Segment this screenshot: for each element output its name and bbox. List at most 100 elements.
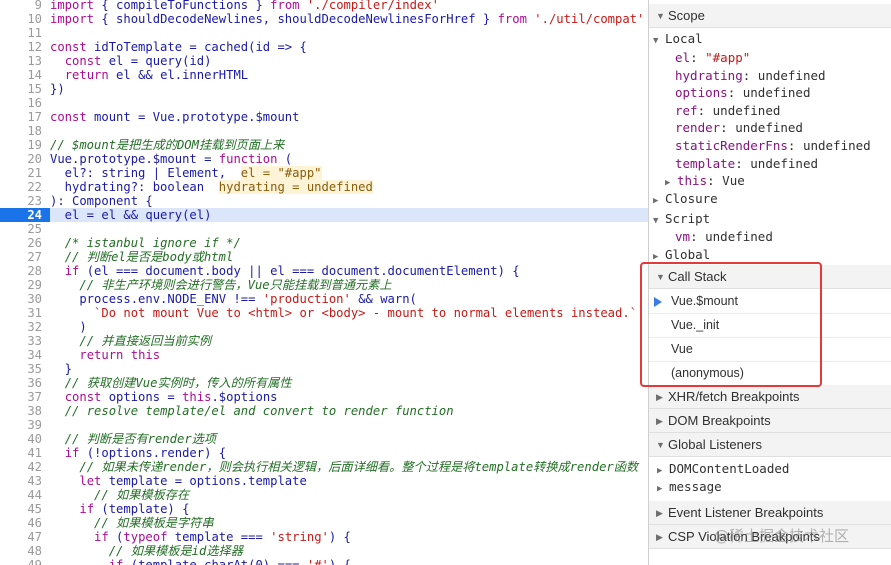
code-line[interactable]: 17 const mount = Vue.prototype.$mount (0, 110, 648, 124)
code-line[interactable]: 35 } (0, 362, 648, 376)
line-number[interactable]: 18 (0, 124, 50, 138)
xhr-breakpoints-section-header[interactable]: ▶ XHR/fetch Breakpoints (649, 385, 891, 409)
line-number[interactable]: 31 (0, 306, 50, 320)
current-execution-line[interactable]: 24 el = el && query(el) (0, 208, 648, 222)
line-number[interactable]: 26 (0, 236, 50, 250)
line-number[interactable]: 29 (0, 278, 50, 292)
script-scope-toggle[interactable]: ▼ Script (649, 210, 891, 228)
code-line[interactable]: 20 Vue.prototype.$mount = function ( (0, 152, 648, 166)
line-number[interactable]: 13 (0, 54, 50, 68)
line-number[interactable]: 19 (0, 138, 50, 152)
line-number[interactable]: 48 (0, 544, 50, 558)
dom-breakpoints-section-header[interactable]: ▶ DOM Breakpoints (649, 409, 891, 433)
scope-variable[interactable]: hydrating: undefined (649, 67, 891, 85)
code-line[interactable]: 41 if (!options.render) { (0, 446, 648, 460)
code-line[interactable]: 10 import { shouldDecodeNewlines, shouldD… (0, 12, 648, 26)
code-line[interactable]: 39 (0, 418, 648, 432)
code-line[interactable]: 40 // 判断是否有render选项 (0, 432, 648, 446)
line-number[interactable]: 27 (0, 250, 50, 264)
code-line[interactable]: 9 import { compileToFunctions } from './c… (0, 0, 648, 12)
event-listener-breakpoints-section-header[interactable]: ▶ Event Listener Breakpoints (649, 501, 891, 525)
line-number[interactable]: 16 (0, 96, 50, 110)
line-number[interactable]: 38 (0, 404, 50, 418)
scope-variable[interactable]: ref: undefined (649, 102, 891, 120)
code-line[interactable]: 43 let template = options.template (0, 474, 648, 488)
scope-variable[interactable]: staticRenderFns: undefined (649, 137, 891, 155)
code-line[interactable]: 46 // 如果模板是字符串 (0, 516, 648, 530)
code-line[interactable]: 12 const idToTemplate = cached(id => { (0, 40, 648, 54)
code-line[interactable]: 18 (0, 124, 648, 138)
code-line[interactable]: 38 // resolve template/el and convert to… (0, 404, 648, 418)
scope-variable[interactable]: options: undefined (649, 84, 891, 102)
global-listener-item[interactable]: ▶ DOMContentLoaded (649, 460, 891, 478)
scope-section-header[interactable]: ▼ Scope (649, 4, 891, 28)
code-line[interactable]: 13 const el = query(id) (0, 54, 648, 68)
line-number[interactable]: 33 (0, 334, 50, 348)
code-line[interactable]: 26 /* istanbul ignore if */ (0, 236, 648, 250)
line-number[interactable]: 11 (0, 26, 50, 40)
code-line[interactable]: 31 `Do not mount Vue to <html> or <body>… (0, 306, 648, 320)
code-line[interactable]: 21 el?: string | Element, el = "#app" (0, 166, 648, 180)
code-line[interactable]: 25 (0, 222, 648, 236)
code-line[interactable]: 48 // 如果模板是id选择器 (0, 544, 648, 558)
local-scope-toggle[interactable]: ▼ Local (649, 30, 891, 48)
line-number[interactable]: 21 (0, 166, 50, 180)
line-number[interactable]: 34 (0, 348, 50, 362)
code-line[interactable]: 44 // 如果模板存在 (0, 488, 648, 502)
code-line[interactable]: 33 // 并直接返回当前实例 (0, 334, 648, 348)
line-number[interactable]: 43 (0, 474, 50, 488)
line-number[interactable]: 37 (0, 390, 50, 404)
line-number[interactable]: 20 (0, 152, 50, 166)
line-number[interactable]: 14 (0, 68, 50, 82)
scope-variable[interactable]: render: undefined (649, 119, 891, 137)
code-line[interactable]: 28 if (el === document.body || el === do… (0, 264, 648, 278)
code-line[interactable]: 49 if (template.charAt(0) === '#') { (0, 558, 648, 565)
line-number[interactable]: 10 (0, 12, 50, 26)
line-number[interactable]: 35 (0, 362, 50, 376)
line-number[interactable]: 40 (0, 432, 50, 446)
line-number[interactable]: 23 (0, 194, 50, 208)
source-code-editor[interactable]: 9 import { compileToFunctions } from './c… (0, 0, 648, 565)
code-line[interactable]: 23): Component { (0, 194, 648, 208)
code-line[interactable]: 14 return el && el.innerHTML (0, 68, 648, 82)
global-listener-item[interactable]: ▶ message (649, 478, 891, 496)
scope-variable[interactable]: vm: undefined (649, 228, 891, 246)
line-number[interactable]: 44 (0, 488, 50, 502)
code-line[interactable]: 42 // 如果未传递render，则会执行相关逻辑，后面详细看。整个过程是将t… (0, 460, 648, 474)
code-line[interactable]: 29 // 非生产环境则会进行警告，Vue只能挂载到普通元素上 (0, 278, 648, 292)
code-line[interactable]: 30 process.env.NODE_ENV !== 'production'… (0, 292, 648, 306)
scope-variable[interactable]: el: "#app" (649, 49, 891, 67)
closure-scope-toggle[interactable]: ▶ Closure (649, 190, 891, 208)
line-number[interactable]: 9 (0, 0, 50, 12)
global-listeners-section-header[interactable]: ▼ Global Listeners (649, 433, 891, 457)
line-number[interactable]: 42 (0, 460, 50, 474)
line-number[interactable]: 24 (0, 208, 50, 222)
code-line[interactable]: 11 (0, 26, 648, 40)
line-number[interactable]: 25 (0, 222, 50, 236)
line-number[interactable]: 30 (0, 292, 50, 306)
global-scope-toggle[interactable]: ▶ Global (649, 246, 891, 260)
code-line[interactable]: 27 // 判断el是否是body或html (0, 250, 648, 264)
code-line[interactable]: 16 (0, 96, 648, 110)
line-number[interactable]: 12 (0, 40, 50, 54)
code-line[interactable]: 45 if (template) { (0, 502, 648, 516)
code-line[interactable]: 22 hydrating?: boolean hydrating = undef… (0, 180, 648, 194)
line-number[interactable]: 47 (0, 530, 50, 544)
line-number[interactable]: 15 (0, 82, 50, 96)
line-number[interactable]: 17 (0, 110, 50, 124)
code-line[interactable]: 37 const options = this.$options (0, 390, 648, 404)
line-number[interactable]: 49 (0, 558, 50, 565)
code-line[interactable]: 32 ) (0, 320, 648, 334)
line-number[interactable]: 39 (0, 418, 50, 432)
scope-variable[interactable]: template: undefined (649, 155, 891, 173)
code-line[interactable]: 15}) (0, 82, 648, 96)
line-number[interactable]: 45 (0, 502, 50, 516)
code-line[interactable]: 36 // 获取创建Vue实例时，传入的所有属性 (0, 376, 648, 390)
code-line[interactable]: 34 return this (0, 348, 648, 362)
code-line[interactable]: 47 if (typeof template === 'string') { (0, 530, 648, 544)
line-number[interactable]: 28 (0, 264, 50, 278)
line-number[interactable]: 22 (0, 180, 50, 194)
line-number[interactable]: 46 (0, 516, 50, 530)
code-line[interactable]: 19// $mount是把生成的DOM挂载到页面上来 (0, 138, 648, 152)
line-number[interactable]: 32 (0, 320, 50, 334)
